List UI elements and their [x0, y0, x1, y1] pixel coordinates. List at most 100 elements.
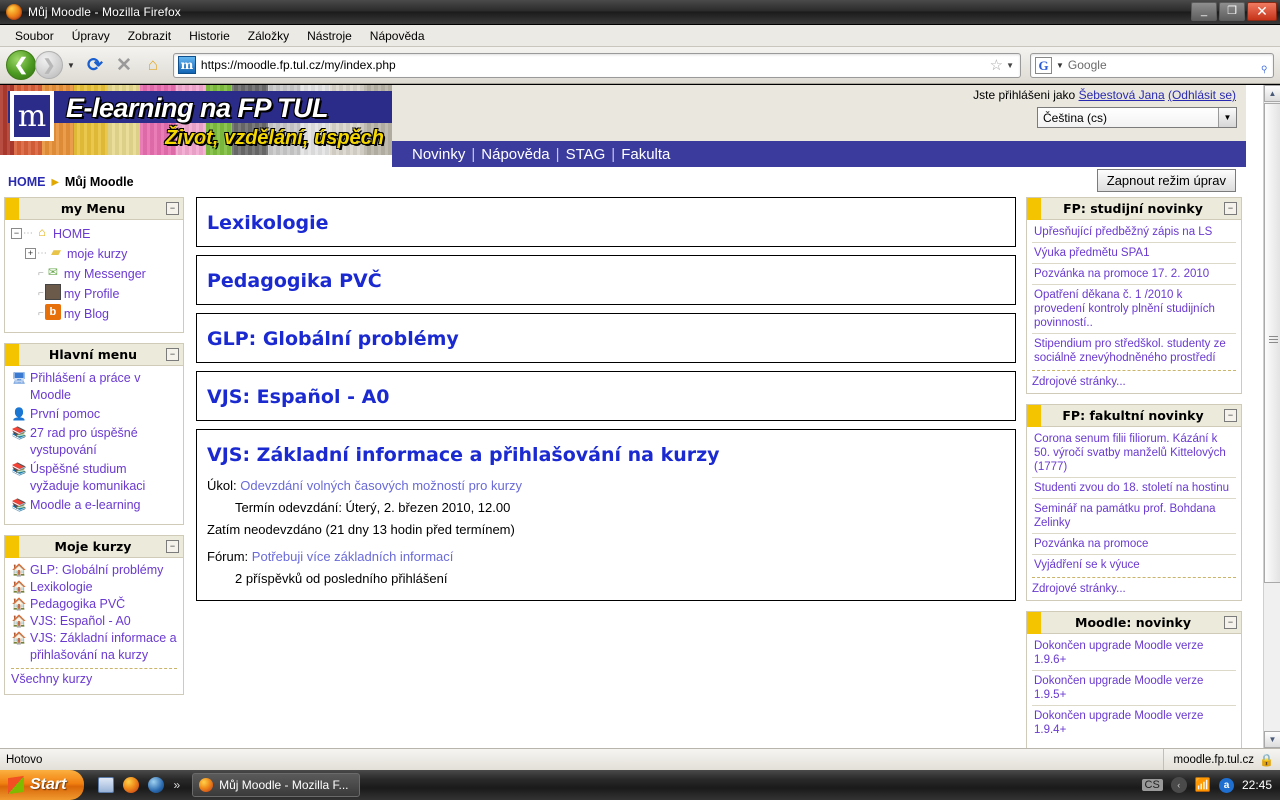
collapse-icon[interactable]: − [166, 202, 179, 215]
chevron-down-icon[interactable]: ▼ [67, 61, 75, 70]
menu-zobrazit[interactable]: Zobrazit [119, 27, 180, 45]
list-item[interactable]: Dokončen upgrade Moodle verze 1.9.5+ [1032, 671, 1236, 706]
course-title[interactable]: GLP: Globální problémy [207, 328, 1005, 350]
list-item[interactable]: 👤 První pomoc [11, 406, 177, 423]
list-item[interactable]: Vyjádření se k výuce [1032, 555, 1236, 575]
logout-link[interactable]: (Odhlásit se) [1168, 88, 1236, 102]
menu-napoveda[interactable]: Nápověda [361, 27, 434, 45]
search-input[interactable]: Google [1068, 58, 1259, 72]
tree-item-my-profile[interactable]: ⌐ my Profile [11, 284, 177, 304]
news-link[interactable]: Dokončen upgrade Moodle verze 1.9.4+ [1034, 710, 1203, 736]
language-select[interactable]: Čeština (cs) ▼ [1037, 107, 1237, 128]
main-menu-link[interactable]: Úspěšné studium vyžaduje komunikaci [30, 461, 177, 495]
collapse-icon[interactable]: − [1224, 202, 1237, 215]
tree-item-my-blog[interactable]: ⌐ b my Blog [11, 304, 177, 324]
list-item[interactable]: Pozvánka na promoce 17. 2. 2010 [1032, 264, 1236, 285]
main-menu-link[interactable]: 27 rad pro úspěšné vystupování [30, 425, 177, 459]
main-menu-link[interactable]: Moodle a e-learning [30, 497, 141, 514]
collapse-icon[interactable]: − [166, 348, 179, 361]
news-link[interactable]: Vyjádření se k výuce [1034, 559, 1140, 571]
start-button[interactable]: Start [0, 770, 85, 800]
maximize-button[interactable]: ❐ [1219, 2, 1245, 21]
chevron-down-icon[interactable]: ▼ [1218, 108, 1236, 127]
course-box-vjs-zakladni[interactable]: VJS: Základní informace a přihlašování n… [196, 429, 1016, 601]
course-title[interactable]: Lexikologie [207, 212, 1005, 234]
search-engine-chevron-icon[interactable]: ▼ [1056, 61, 1064, 70]
user-profile-link[interactable]: Šebestová Jana [1079, 88, 1165, 102]
tree-item-label[interactable]: my Profile [64, 284, 120, 304]
nav-link-novinky[interactable]: Novinky [412, 146, 465, 163]
assignment-link[interactable]: Odevzdání volných časových možností pro … [240, 478, 522, 493]
news-link[interactable]: Pozvánka na promoce [1034, 538, 1148, 550]
nav-link-fakulta[interactable]: Fakulta [621, 146, 670, 163]
save-icon[interactable] [98, 777, 115, 793]
news-link[interactable]: Dokončen upgrade Moodle verze 1.9.6+ [1034, 640, 1203, 666]
tree-item-label[interactable]: moje kurzy [67, 244, 127, 264]
collapse-icon[interactable]: − [1224, 616, 1237, 629]
minimize-button[interactable]: _ [1191, 2, 1217, 21]
tree-item-my-messenger[interactable]: ⌐ ✉ my Messenger [11, 264, 177, 284]
url-chevron-down-icon[interactable]: ▼ [1006, 61, 1018, 70]
list-item[interactable]: 🏠 Pedagogika PVČ [11, 596, 177, 613]
course-box-vjs-espanol[interactable]: VJS: Español - A0 [196, 371, 1016, 421]
main-menu-link[interactable]: Přihlášení a práce v Moodle [30, 370, 177, 404]
chevron-right-icon[interactable]: » [173, 778, 180, 792]
stop-icon[interactable]: ✕ [111, 52, 137, 78]
list-item[interactable]: Dokončen upgrade Moodle verze 1.9.4+ [1032, 706, 1236, 740]
list-item[interactable]: 📚 Moodle a e-learning [11, 497, 177, 514]
list-item[interactable]: 🏠 Lexikologie [11, 579, 177, 596]
breadcrumb-home-link[interactable]: HOME [8, 175, 46, 189]
course-link[interactable]: VJS: Español - A0 [30, 613, 131, 630]
list-item[interactable]: 🖥 Přihlášení a práce v Moodle [11, 370, 177, 404]
list-item[interactable]: 📚 27 rad pro úspěšné vystupování [11, 425, 177, 459]
list-item[interactable]: 🏠 VJS: Základní informace a přihlašování… [11, 630, 177, 664]
list-item[interactable]: Opatření děkana č. 1 /2010 k provedení k… [1032, 285, 1236, 334]
search-bar[interactable]: G ▼ Google ⌕ [1030, 52, 1274, 78]
list-item[interactable]: Výuka předmětu SPA1 [1032, 243, 1236, 264]
menu-historie[interactable]: Historie [180, 27, 239, 45]
site-logo-banner[interactable]: m E-learning na FP TUL Život, vzdělání, … [0, 85, 392, 155]
course-title[interactable]: Pedagogika PVČ [207, 270, 1005, 292]
course-link[interactable]: Pedagogika PVČ [30, 596, 125, 613]
language-indicator[interactable]: CS [1141, 779, 1163, 791]
course-title[interactable]: VJS: Español - A0 [207, 386, 1005, 408]
bookmark-star-icon[interactable]: ☆ [987, 56, 1006, 74]
scroll-down-button[interactable]: ▼ [1264, 731, 1280, 748]
tray-expand-icon[interactable]: ‹ [1170, 777, 1187, 793]
collapse-icon[interactable]: − [1224, 409, 1237, 422]
tree-item-moje-kurzy[interactable]: + ⋯ ▰ moje kurzy [11, 244, 177, 264]
news-link[interactable]: Upřesňující předběžný zápis na LS [1034, 226, 1212, 238]
scrollbar-thumb[interactable] [1264, 103, 1280, 583]
tree-item-home[interactable]: − ⋯ ⌂ HOME [11, 224, 177, 244]
news-link[interactable]: Dokončen upgrade Moodle verze 1.9.5+ [1034, 675, 1203, 701]
page-scrollbar[interactable]: ▲ ▼ [1263, 85, 1280, 748]
course-box-pedagogika[interactable]: Pedagogika PVČ [196, 255, 1016, 305]
list-item[interactable]: Seminář na památku prof. Bohdana Zelinky [1032, 499, 1236, 534]
antivirus-icon[interactable]: a [1218, 777, 1234, 793]
course-link[interactable]: Lexikologie [30, 579, 93, 596]
course-link[interactable]: GLP: Globální problémy [30, 562, 163, 579]
list-item[interactable]: Stipendium pro středškol. studenty ze so… [1032, 334, 1236, 368]
list-item[interactable]: 🏠 VJS: Español - A0 [11, 613, 177, 630]
menu-zalozky[interactable]: Záložky [239, 27, 298, 45]
list-item[interactable]: Corona senum filii filiorum. Kázání k 50… [1032, 429, 1236, 478]
back-button-icon[interactable]: ❮ [6, 50, 36, 80]
list-item[interactable]: Dokončen upgrade Moodle verze 1.9.6+ [1032, 636, 1236, 671]
nav-link-stag[interactable]: STAG [566, 146, 606, 163]
home-icon[interactable]: ⌂ [140, 52, 166, 78]
clock[interactable]: 22:45 [1242, 778, 1272, 792]
menu-upravy[interactable]: Úpravy [63, 27, 119, 45]
forward-button-icon[interactable]: ❯ [35, 51, 63, 79]
firefox-icon[interactable] [123, 777, 140, 793]
all-courses-link[interactable]: Všechny kurzy [11, 672, 92, 686]
news-link[interactable]: Stipendium pro středškol. studenty ze so… [1034, 338, 1226, 364]
close-button[interactable]: ✕ [1247, 2, 1277, 21]
tree-toggle[interactable]: − [11, 228, 22, 239]
list-item[interactable]: 📚 Úspěšné studium vyžaduje komunikaci [11, 461, 177, 495]
reload-icon[interactable]: ⟳ [82, 52, 108, 78]
news-link[interactable]: Pozvánka na promoce 17. 2. 2010 [1034, 268, 1209, 280]
google-icon[interactable]: G [1035, 56, 1052, 74]
url-text[interactable]: https://moodle.fp.tul.cz/my/index.php [201, 58, 987, 72]
tree-toggle[interactable]: + [25, 248, 36, 259]
list-item[interactable]: 🏠 GLP: Globální problémy [11, 562, 177, 579]
